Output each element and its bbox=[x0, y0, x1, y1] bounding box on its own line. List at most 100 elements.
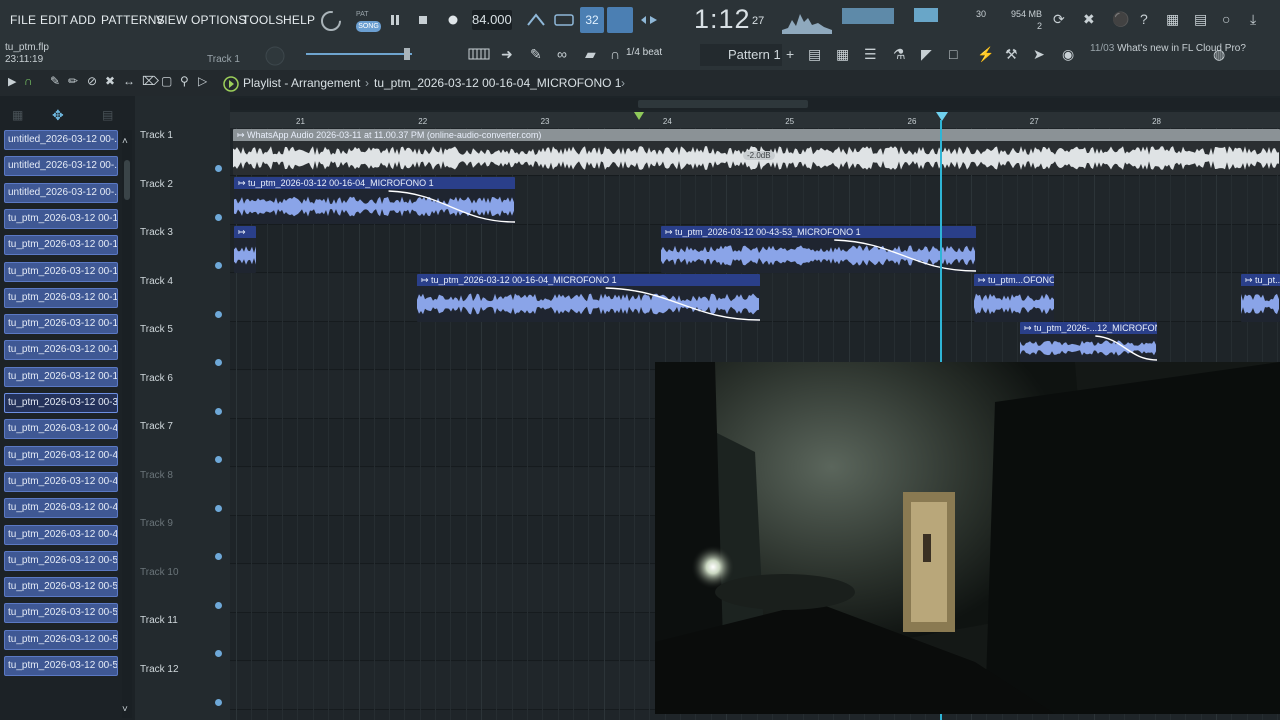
menu-edit[interactable]: EDIT bbox=[40, 13, 68, 27]
clip-source-item[interactable]: tu_ptm_2026-03-12 00-1... bbox=[4, 314, 118, 335]
menu-tools[interactable]: TOOLS bbox=[242, 13, 283, 27]
track-label[interactable]: Track 4 bbox=[140, 276, 173, 287]
blend-notes-toggle[interactable] bbox=[607, 7, 633, 33]
play-arrow-icon[interactable]: ▶ bbox=[8, 75, 16, 88]
main-pitch-slider[interactable] bbox=[306, 46, 416, 62]
clip-title[interactable]: ↦ tu_pt... bbox=[1241, 274, 1280, 286]
wrench-icon[interactable]: ⚒ bbox=[1005, 46, 1018, 63]
send-icon[interactable]: ➤ bbox=[1033, 46, 1045, 63]
record-icon[interactable] bbox=[446, 13, 460, 27]
track-label[interactable]: Track 5 bbox=[140, 324, 173, 335]
audio-clip[interactable]: ↦ tu_ptm_2026-...12_MICROFONO 1 bbox=[1020, 322, 1157, 362]
horizontal-scrollbar[interactable] bbox=[230, 98, 1280, 110]
clip-source-item[interactable]: tu_ptm_2026-03-12 00-4... bbox=[4, 471, 118, 492]
save-icon[interactable]: ▦ bbox=[1166, 11, 1179, 28]
scroll-down-icon[interactable]: ˅ bbox=[122, 704, 128, 715]
channel-rack-icon[interactable]: ▦ bbox=[836, 46, 849, 63]
stop-icon[interactable] bbox=[416, 13, 430, 27]
menu-view[interactable]: VIEW bbox=[156, 13, 187, 27]
pattern-selector[interactable]: Pattern 1 bbox=[700, 44, 782, 66]
track-enable-led[interactable] bbox=[215, 698, 222, 706]
pause-icon[interactable] bbox=[388, 13, 402, 27]
track-label[interactable]: Track 7 bbox=[140, 421, 173, 432]
clip-source-item[interactable]: untitled_2026-03-12 00-... bbox=[4, 130, 118, 150]
current-pattern-name[interactable]: tu_ptm_2026-03-12 00-16-04_MICROFONO 1 bbox=[374, 76, 621, 90]
select-icon[interactable]: ▢ bbox=[161, 74, 172, 88]
loop-start-marker[interactable] bbox=[634, 112, 644, 120]
clip-source-item[interactable]: untitled_2026-03-12 00-... bbox=[4, 156, 118, 177]
browser-icon[interactable]: ◤ bbox=[921, 46, 932, 63]
arrow-right-icon[interactable]: ➜ bbox=[501, 46, 513, 63]
clip-source-item[interactable]: tu_ptm_2026-03-12 00-4... bbox=[4, 419, 118, 440]
tempo-display[interactable]: 84.000 bbox=[472, 10, 512, 30]
mixer-icon[interactable]: ☰ bbox=[864, 46, 877, 63]
piano-roll-icon[interactable] bbox=[468, 46, 490, 62]
track-enable-led[interactable] bbox=[215, 650, 222, 657]
clip-source-item[interactable]: tu_ptm_2026-03-12 00-1... bbox=[4, 366, 118, 387]
track-enable-led[interactable] bbox=[215, 504, 222, 512]
clip-source-item[interactable]: tu_ptm_2026-03-12 00-4... bbox=[4, 445, 118, 466]
clip-source-item[interactable]: tu_ptm_2026-03-12 00-1... bbox=[4, 235, 118, 256]
menu-help[interactable]: HELP bbox=[283, 13, 315, 27]
audio-clip[interactable]: ↦ tu_ptm_2026-03-12 00-43-53_MICROFONO 1 bbox=[661, 226, 976, 273]
clip-source-item[interactable]: tu_ptm_2026-03-12 00-5... bbox=[4, 550, 118, 571]
magnet-icon[interactable]: ∩ bbox=[610, 46, 620, 62]
metronome-icon[interactable] bbox=[526, 12, 546, 28]
clip-source-item[interactable]: tu_ptm_2026-03-12 00-3... bbox=[4, 393, 118, 413]
track-enable-led[interactable] bbox=[215, 456, 222, 463]
clip-title[interactable]: ↦ tu_ptm_2026-03-12 00-16-04_MICROFONO 1 bbox=[234, 177, 515, 189]
song-mode-toggle[interactable]: SONG bbox=[356, 21, 381, 32]
playhead-marker[interactable] bbox=[936, 112, 948, 121]
magnet-snap-icon[interactable]: ∩ bbox=[24, 74, 33, 88]
zoom-icon[interactable]: ⚲ bbox=[180, 74, 189, 88]
piano-small-icon[interactable]: ▦ bbox=[12, 108, 23, 122]
clip-source-item[interactable]: tu_ptm_2026-03-12 00-4... bbox=[4, 498, 118, 519]
slip-icon[interactable]: ↔ bbox=[123, 74, 135, 88]
track-label[interactable]: Track 2 bbox=[140, 179, 173, 190]
clip-source-item[interactable]: untitled_2026-03-12 00-... bbox=[4, 182, 118, 203]
track-enable-led[interactable] bbox=[215, 262, 222, 269]
clip-title[interactable]: ↦ bbox=[234, 226, 256, 238]
track-enable-led[interactable] bbox=[215, 359, 222, 366]
track-label[interactable]: Track 9 bbox=[140, 518, 173, 529]
audio-clip[interactable]: ↦ bbox=[234, 226, 256, 273]
track-enable-led[interactable] bbox=[215, 601, 222, 609]
menu-add[interactable]: ADD bbox=[70, 13, 96, 27]
microphone-icon[interactable]: ⚫ bbox=[1112, 11, 1129, 28]
audio-clip[interactable]: ↦ tu_ptm...OFONO 1 bbox=[974, 274, 1054, 322]
audio-clip[interactable]: ↦ WhatsApp Audio 2026-03-11 at 11.00.37 … bbox=[233, 129, 1280, 175]
track-label[interactable]: Track 3 bbox=[140, 227, 173, 238]
wait-for-input-icon[interactable] bbox=[553, 12, 575, 28]
expand-icon[interactable]: ✥ bbox=[52, 107, 64, 124]
cut-icon[interactable]: ✖ bbox=[1083, 11, 1095, 28]
menu-options[interactable]: OPTIONS bbox=[191, 13, 246, 27]
clip-title[interactable]: ↦ tu_ptm_2026-...12_MICROFONO 1 bbox=[1020, 322, 1157, 334]
hscroll-thumb[interactable] bbox=[638, 100, 808, 108]
help-icon[interactable]: ? bbox=[1140, 11, 1148, 27]
track-enable-led[interactable] bbox=[215, 213, 222, 221]
scrollbar-thumb[interactable] bbox=[124, 160, 130, 200]
slice-icon[interactable]: ⌦ bbox=[142, 74, 159, 88]
audio-clip[interactable]: ↦ tu_ptm_2026-03-12 00-16-04_MICROFONO 1 bbox=[234, 177, 515, 224]
globe-icon[interactable]: ◍ bbox=[1213, 46, 1225, 63]
master-volume-knob[interactable] bbox=[318, 9, 344, 33]
menu-file[interactable]: FILE bbox=[10, 13, 36, 27]
playlist-menu-icon[interactable] bbox=[222, 75, 240, 93]
faders-icon[interactable]: ⚗ bbox=[893, 46, 906, 63]
link-icon[interactable]: ∞ bbox=[557, 46, 567, 62]
clip-source-item[interactable]: tu_ptm_2026-03-12 00-5... bbox=[4, 603, 118, 624]
clip-title[interactable]: ↦ tu_ptm_2026-03-12 00-16-04_MICROFONO 1 bbox=[417, 274, 760, 286]
countdown-toggle[interactable]: 32 bbox=[580, 7, 604, 33]
download-icon[interactable]: ⤓ bbox=[1250, 11, 1256, 28]
grid-small-icon[interactable]: ▤ bbox=[102, 108, 113, 122]
clip-title[interactable]: ↦ tu_ptm_2026-03-12 00-43-53_MICROFONO 1 bbox=[661, 226, 976, 238]
playlist-icon[interactable]: ▤ bbox=[808, 46, 821, 63]
track-enable-led[interactable] bbox=[215, 407, 222, 415]
paint-icon[interactable]: ✏ bbox=[68, 74, 78, 88]
stamp-icon[interactable]: ▰ bbox=[585, 46, 596, 63]
track-enable-led[interactable] bbox=[215, 310, 222, 318]
pan-knob[interactable] bbox=[262, 44, 288, 68]
track-label[interactable]: Track 8 bbox=[140, 470, 173, 481]
draw-icon[interactable]: ✎ bbox=[50, 74, 60, 88]
playback-icon[interactable]: ▷ bbox=[198, 74, 207, 88]
